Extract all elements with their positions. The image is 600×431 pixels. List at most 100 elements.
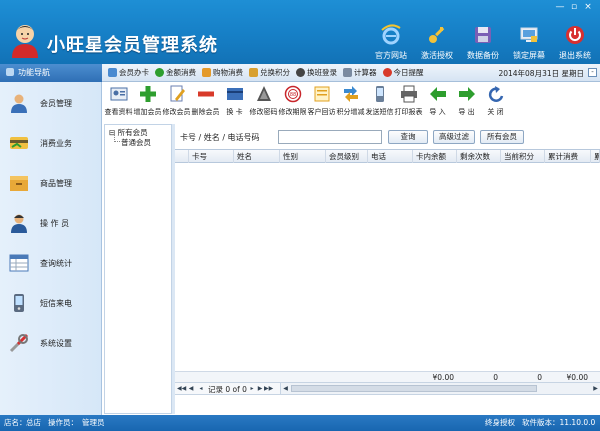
import-label: 导 入 [429, 108, 446, 116]
exit-button[interactable]: 退出系统 [552, 24, 598, 61]
close-window-button[interactable]: × [582, 2, 594, 12]
customer-revisit-button[interactable]: 客户回访 [307, 83, 336, 123]
activate-button[interactable]: 激活授权 [414, 24, 460, 61]
goods-icon [10, 176, 28, 191]
quick-calculator[interactable]: 计算器 [343, 67, 377, 78]
view-profile-button[interactable]: 查看资料 [104, 83, 133, 123]
website-button[interactable]: 官方网站 [368, 24, 414, 61]
cart-icon [202, 68, 211, 77]
export-button[interactable]: 导 出 [452, 83, 481, 123]
backup-button[interactable]: 数据备份 [460, 24, 506, 61]
column-header[interactable]: 剩余次数 [457, 150, 501, 163]
column-header[interactable]: 当前积分 [501, 150, 545, 163]
quick-shopping-consume-label: 购物消费 [213, 68, 243, 77]
next-record-icon[interactable]: ▸ [248, 385, 256, 393]
prev-record-icon[interactable]: ◂ [197, 385, 205, 393]
advanced-filter-button[interactable]: 高级过滤 [433, 130, 475, 144]
edit-member-button[interactable]: 修改会员 [162, 83, 191, 123]
first-page-icon[interactable]: ◀◀ [177, 385, 186, 393]
edit-icon [170, 85, 185, 102]
tree-node-normal[interactable]: 普通会员 [121, 137, 151, 148]
quick-member-card-label: 会员办卡 [119, 68, 149, 77]
quick-exchange-points[interactable]: 兑换积分 [249, 67, 290, 78]
column-header[interactable]: 累 [591, 150, 600, 163]
last-page-icon[interactable]: ▶▶ [264, 385, 273, 393]
quick-shift-login[interactable]: 换班登录 [296, 67, 337, 78]
add-icon [139, 86, 156, 102]
scrollbar-thumb[interactable] [291, 385, 537, 392]
search-input[interactable] [278, 130, 382, 144]
customer-revisit-label: 客户回访 [307, 108, 336, 116]
all-members-button[interactable]: 所有会员 [480, 130, 524, 144]
column-header[interactable]: 电话 [368, 150, 413, 163]
collapse-icon[interactable]: - [588, 68, 597, 77]
change-password-label: 修改密码 [249, 108, 278, 116]
send-sms-button[interactable]: 发送短信 [365, 83, 394, 123]
quick-member-card[interactable]: 会员办卡 [108, 67, 149, 78]
power-icon [566, 26, 584, 44]
minimize-button[interactable]: — [554, 2, 566, 12]
sidebar-item-settings[interactable]: 系统设置 [0, 324, 102, 364]
app-header: 小旺星会员管理系统 — ▫ × 官方网站 激活授权 数据备份 锁定屏幕 退出系统 [0, 0, 600, 64]
search-label: 卡号 / 姓名 / 电话号码 [180, 133, 260, 142]
sidebar-item-label: 会员管理 [40, 99, 72, 108]
tree-node-normal-label: 普通会员 [121, 138, 151, 147]
query-button[interactable]: 查询 [388, 130, 428, 144]
close-icon [488, 86, 503, 102]
change-password-button[interactable]: 修改密码 [249, 83, 278, 123]
print-report-label: 打印报表 [394, 108, 423, 116]
scroll-right-icon[interactable]: ▶ [591, 383, 600, 394]
sidebar-item-report[interactable]: 查询统计 [0, 244, 102, 284]
export-label: 导 出 [458, 108, 475, 116]
window-controls: — ▫ × [554, 2, 594, 12]
sidebar-item-goods[interactable]: 商品管理 [0, 164, 102, 204]
change-expiry-button[interactable]: 88 修改期限 [278, 83, 307, 123]
sidebar-item-label: 商品管理 [40, 179, 72, 188]
key-icon [429, 27, 445, 43]
next-page-icon[interactable]: ▶ [256, 385, 264, 393]
backup-label: 数据备份 [467, 51, 499, 60]
delete-member-label: 删除会员 [191, 108, 220, 116]
close-button[interactable]: 关 闭 [481, 83, 510, 123]
nav-header-icon [6, 68, 14, 76]
column-header[interactable]: 卡内余额 [413, 150, 457, 163]
import-button[interactable]: 导 入 [423, 83, 452, 123]
grid-summary: ¥0.00 0 0 ¥0.00 [175, 371, 600, 382]
operator-value: 管理员 [82, 418, 105, 427]
lock-screen-button[interactable]: 锁定屏幕 [506, 24, 552, 61]
sidebar-item-consume[interactable]: 消费业务 [0, 124, 102, 164]
grid-header: 卡号 姓名 性别 会员级别 电话 卡内余额 剩余次数 当前积分 累计消费 累 [175, 150, 600, 163]
sidebar-item-label: 查询统计 [40, 259, 72, 268]
scroll-left-icon[interactable]: ◀ [281, 383, 290, 394]
change-card-button[interactable]: 换 卡 [220, 83, 249, 123]
print-report-button[interactable]: 打印报表 [394, 83, 423, 123]
sidebar-item-operator[interactable]: 操 作 员 [0, 204, 102, 244]
quick-today-reminder[interactable]: 今日提醒 [382, 67, 424, 78]
add-member-button[interactable]: 增加会员 [133, 83, 162, 123]
shop-label: 店名： [4, 418, 27, 427]
quick-calculator-label: 计算器 [354, 68, 377, 77]
points-icon [343, 86, 358, 102]
sidebar-item-label: 消费业务 [40, 139, 72, 148]
column-header[interactable]: 会员级别 [326, 150, 368, 163]
horizontal-scrollbar[interactable]: ◀ ▶ [280, 383, 600, 394]
column-header[interactable]: 性别 [280, 150, 326, 163]
main-toolbar: 查看资料 增加会员 修改会员 删除会员 换 卡 修改密码 88 修改期限 客户回访… [104, 83, 600, 123]
tree-node-all-label: 所有会员 [117, 128, 148, 137]
shop-value: 总店 [26, 418, 41, 427]
search-bar: 卡号 / 姓名 / 电话号码 查询 高级过滤 所有会员 [176, 128, 600, 146]
quick-shopping-consume[interactable]: 购物消费 [202, 67, 243, 78]
prev-page-icon[interactable]: ◀ [187, 385, 195, 393]
nav-header: 功能导航 [0, 64, 102, 82]
delete-member-button[interactable]: 删除会员 [191, 83, 220, 123]
report-icon [9, 254, 29, 272]
sidebar-item-phone[interactable]: 短信来电 [0, 284, 102, 324]
column-header[interactable]: 卡号 [189, 150, 234, 163]
quick-money-consume[interactable]: 金额消费 [155, 67, 196, 78]
column-header[interactable]: 累计消费 [545, 150, 591, 163]
sidebar-item-member[interactable]: 会员管理 [0, 84, 102, 124]
column-header[interactable]: 姓名 [234, 150, 280, 163]
points-adjust-button[interactable]: 积分增减 [336, 83, 365, 123]
alarm-icon [382, 68, 392, 77]
maximize-button[interactable]: ▫ [568, 2, 580, 12]
